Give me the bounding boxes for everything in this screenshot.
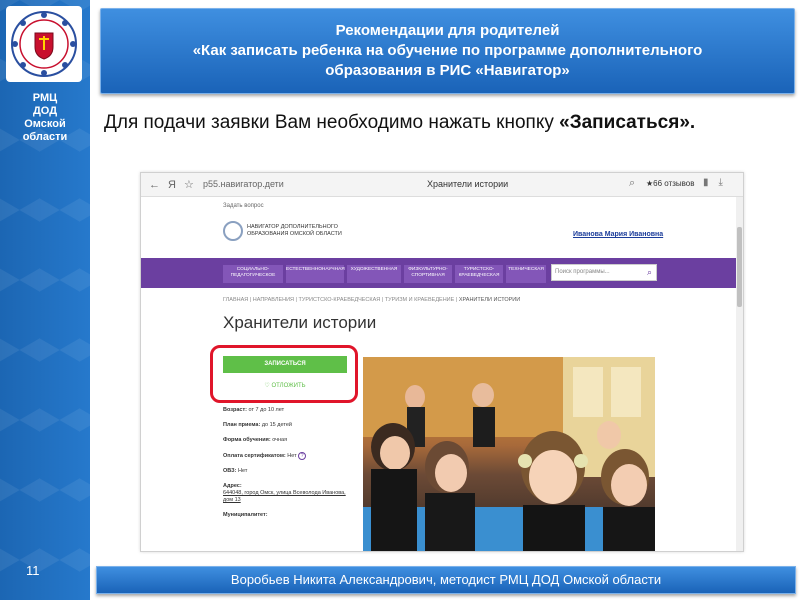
program-search-input[interactable]: Поиск программы... ⌕ [551, 264, 657, 281]
search-placeholder: Поиск программы... [555, 269, 610, 275]
instruction-bold: «Записаться». [559, 112, 696, 133]
page-title: Хранители истории [223, 313, 377, 332]
title-line: образования в РИС «Навигатор» [325, 62, 570, 79]
org-label-line: РМЦ [32, 92, 58, 104]
breadcrumb-item[interactable]: ГЛАВНАЯ [223, 297, 248, 303]
page-scrollbar[interactable] [736, 197, 743, 551]
nav-item-sport[interactable]: ФИЗКУЛЬТУРНО-СПОРТИВНАЯ [404, 265, 452, 283]
browser-screenshot: ←Я☆ р55.навигатор.дети Хранители истории… [140, 172, 744, 552]
address-bar[interactable]: р55.навигатор.дети [203, 179, 284, 189]
info-row-age: Возраст: от 7 до 10 лет [223, 407, 353, 414]
organization-logo [6, 6, 82, 82]
cert-value: Нет [287, 453, 297, 459]
age-label: Возраст: [223, 407, 247, 413]
nav-item-science[interactable]: ЕСТЕСТВЕННОНАУЧНАЯ [286, 265, 345, 283]
breadcrumb-item[interactable]: ТУРИЗМ И КРАЕВЕДЕНИЕ [385, 297, 455, 303]
browser-nav-icons[interactable]: ←Я☆ [149, 178, 202, 191]
title-banner: Рекомендации для родителей «Как записать… [100, 8, 795, 94]
cert-label: Оплата сертификатом: [223, 453, 286, 459]
info-row-plan: План приема: до 15 детей [223, 422, 353, 429]
scrollbar-thumb[interactable] [737, 227, 742, 307]
program-photo [363, 357, 655, 551]
browser-tab-title: Хранители истории [427, 179, 509, 189]
children-photo-image [363, 357, 655, 551]
navigator-logo-icon[interactable] [223, 221, 243, 241]
browser-toolbar: ←Я☆ р55.навигатор.дети Хранители истории… [141, 173, 743, 197]
info-row-ovz: ОВЗ: Нет [223, 468, 353, 475]
enroll-button[interactable]: ЗАПИСАТЬСЯ [223, 356, 347, 373]
defer-button[interactable]: ♡ ОТЛОЖИТЬ [223, 378, 347, 394]
breadcrumb: ГЛАВНАЯ | НАПРАВЛЕНИЯ | ТУРИСТСКО-КРАЕВЕ… [223, 297, 521, 303]
category-nav: СОЦИАЛЬНО-ПЕДАГОГИЧЕСКОЕ ЕСТЕСТВЕННОНАУЧ… [141, 258, 737, 288]
org-label-line: области [22, 131, 68, 143]
breadcrumb-current: ХРАНИТЕЛИ ИСТОРИИ [458, 297, 521, 303]
address-value[interactable]: 644048, город Омск, улица Всеволода Иван… [223, 490, 346, 503]
footer-banner: Воробьев Никита Александрович, методист … [96, 566, 796, 594]
help-icon[interactable]: ? [298, 452, 307, 460]
info-row-form: Форма обучения: очная [223, 437, 353, 444]
user-profile-link[interactable]: Иванова Мария Ивановна [573, 231, 663, 238]
reviews-badge[interactable]: ★66 отзывов [646, 179, 695, 188]
instruction-text: Для подачи заявки Вам необходимо нажать … [104, 110, 788, 136]
plan-label: План приема: [223, 422, 261, 428]
ask-question-link[interactable]: Задать вопрос [223, 203, 264, 209]
nav-item-tech[interactable]: ТЕХНИЧЕСКАЯ [506, 265, 546, 283]
left-sidebar: РМЦ ДОД Омской области 11 [0, 0, 90, 600]
org-label-line: ДОД [32, 105, 58, 117]
form-value: очная [272, 437, 288, 443]
program-info: Возраст: от 7 до 10 лет План приема: до … [223, 407, 353, 527]
ovz-value: Нет [238, 468, 248, 474]
title-line: Рекомендации для родителей [335, 22, 560, 39]
plan-value: до 15 детей [261, 422, 292, 428]
bookmark-download-icons[interactable]: ▮⤓ [703, 177, 733, 188]
municipality-label: Муниципалитет: [223, 512, 268, 518]
slide-number: 11 [26, 563, 40, 578]
site-name: НАВИГАТОР ДОПОЛНИТЕЛЬНОГО ОБРАЗОВАНИЯ ОМ… [247, 224, 342, 237]
nav-item-tourism[interactable]: ТУРИСТСКО-КРАЕВЕДЧЕСКАЯ [455, 265, 503, 283]
defer-label: ОТЛОЖИТЬ [271, 383, 306, 389]
info-row-cert: Оплата сертификатом: Нет ? [223, 452, 353, 460]
title-line: «Как записать ребенка на обучение по про… [192, 42, 703, 59]
breadcrumb-item[interactable]: ТУРИСТСКО-КРАЕВЕДЧЕСКАЯ [299, 297, 381, 303]
site-header: НАВИГАТОР ДОПОЛНИТЕЛЬНОГО ОБРАЗОВАНИЯ ОМ… [141, 213, 737, 257]
breadcrumb-item[interactable]: НАПРАВЛЕНИЯ [253, 297, 294, 303]
emblem-icon [11, 11, 77, 77]
presentation-slide: РМЦ ДОД Омской области 11 Рекомендации д… [0, 0, 800, 600]
search-icon[interactable]: ⌕ [647, 267, 652, 278]
address-label: Адрес: [223, 483, 242, 489]
instruction-main: Для подачи заявки Вам необходимо нажать … [104, 112, 560, 133]
nav-item-art[interactable]: ХУДОЖЕСТВЕННАЯ [347, 265, 401, 283]
org-label-line: Омской [24, 118, 66, 130]
age-value: от 7 до 10 лет [248, 407, 285, 413]
search-icon[interactable]: ⌕ [629, 177, 635, 190]
nav-item-social[interactable]: СОЦИАЛЬНО-ПЕДАГОГИЧЕСКОЕ [223, 265, 283, 283]
info-row-address: Адрес: 644048, город Омск, улица Всеволод… [223, 483, 353, 504]
organization-label: РМЦ ДОД Омской области [0, 92, 90, 144]
form-label: Форма обучения: [223, 437, 271, 443]
ovz-label: ОВЗ: [223, 468, 237, 474]
highlight-ring [210, 345, 358, 403]
info-row-municipality: Муниципалитет: [223, 512, 353, 519]
